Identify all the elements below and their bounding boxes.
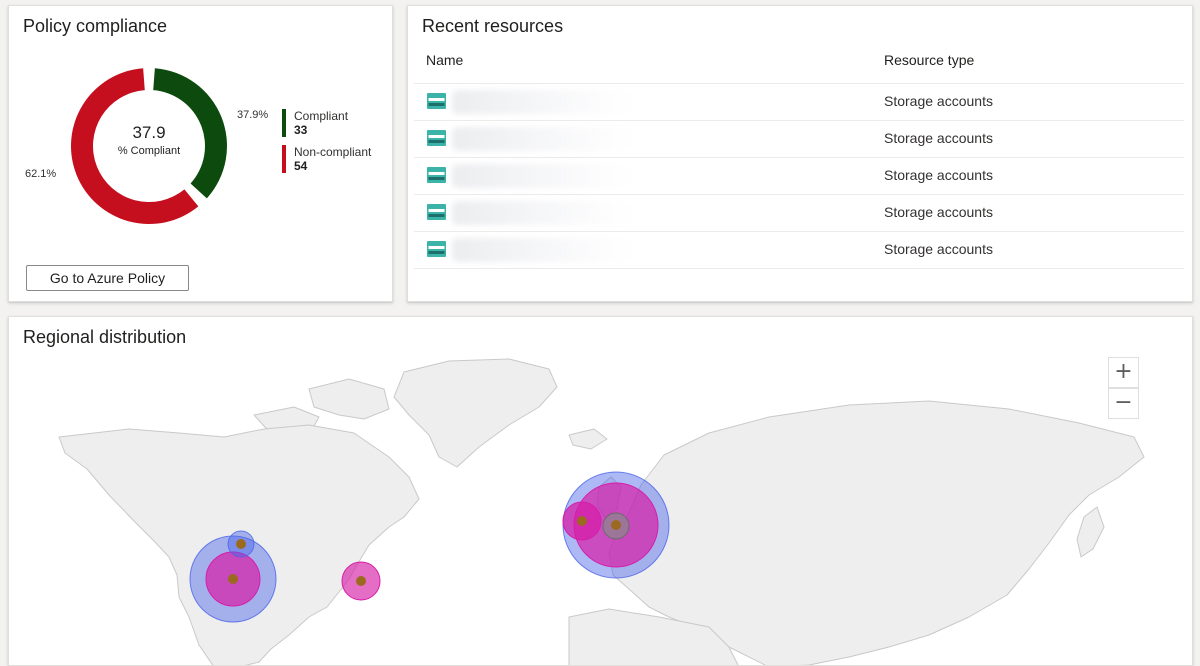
resource-type: Storage accounts	[884, 93, 993, 109]
resource-name-redacted[interactable]	[452, 127, 632, 151]
compliant-percent-label: 37.9%	[237, 109, 269, 121]
resource-type: Storage accounts	[884, 167, 993, 183]
resources-table-body: Storage accounts Storage accounts Storag…	[414, 84, 1184, 269]
regional-distribution-card: Regional distribution + −	[8, 316, 1193, 666]
zoom-in-button[interactable]: +	[1108, 357, 1139, 388]
region-marker[interactable]	[236, 539, 246, 549]
column-header-name[interactable]: Name	[426, 52, 463, 68]
storage-account-icon	[427, 204, 446, 220]
resource-type: Storage accounts	[884, 130, 993, 146]
resource-row[interactable]: Storage accounts	[414, 121, 1184, 158]
greenland-shape	[393, 358, 558, 468]
region-marker[interactable]	[356, 576, 366, 586]
resource-name-redacted[interactable]	[452, 164, 632, 188]
legend-noncompliant[interactable]: Non-compliant 54	[282, 145, 371, 173]
region-marker[interactable]	[228, 574, 238, 584]
policy-compliance-title: Policy compliance	[23, 16, 168, 36]
policy-compliance-card: Policy compliance 37.9 % Compliant 37.9%…	[8, 5, 393, 302]
iceland-shape	[568, 428, 608, 450]
region-marker[interactable]	[611, 520, 621, 530]
resource-row[interactable]: Storage accounts	[414, 232, 1184, 269]
legend-noncompliant-label: Non-compliant	[294, 145, 372, 159]
resource-row[interactable]: Storage accounts	[414, 195, 1184, 232]
storage-account-icon	[427, 241, 446, 257]
noncompliant-percent-label: 62.1%	[25, 168, 57, 180]
resource-type: Storage accounts	[884, 241, 993, 257]
resources-table-header: Name Resource type	[414, 44, 1184, 84]
resource-name-redacted[interactable]	[452, 201, 632, 225]
resource-name-redacted[interactable]	[452, 238, 632, 262]
legend-compliant[interactable]: Compliant 33	[282, 109, 348, 137]
arctic-islands-shape	[308, 378, 390, 420]
recent-resources-title: Recent resources	[422, 16, 564, 36]
legend-compliant-label: Compliant	[294, 109, 349, 123]
legend-noncompliant-count: 54	[294, 159, 308, 173]
zoom-out-button[interactable]: −	[1108, 388, 1139, 419]
storage-account-icon	[427, 130, 446, 146]
compliance-percentage-label: % Compliant	[117, 145, 181, 157]
storage-account-icon	[427, 167, 446, 183]
resource-row[interactable]: Storage accounts	[414, 84, 1184, 121]
japan-shape	[1076, 506, 1105, 558]
resource-row[interactable]: Storage accounts	[414, 158, 1184, 195]
compliance-percentage-value: 37.9	[132, 123, 166, 142]
storage-account-icon	[427, 93, 446, 109]
column-header-resource-type[interactable]: Resource type	[884, 52, 974, 68]
legend-compliant-count: 33	[294, 123, 308, 137]
resource-name-redacted[interactable]	[452, 90, 632, 114]
recent-resources-card: Recent resources Name Resource type Stor…	[407, 5, 1193, 302]
regional-distribution-title: Regional distribution	[23, 327, 187, 347]
go-to-azure-policy-button[interactable]: Go to Azure Policy	[26, 265, 189, 291]
region-marker[interactable]	[577, 516, 587, 526]
resource-type: Storage accounts	[884, 204, 993, 220]
world-map[interactable]	[9, 317, 1193, 666]
